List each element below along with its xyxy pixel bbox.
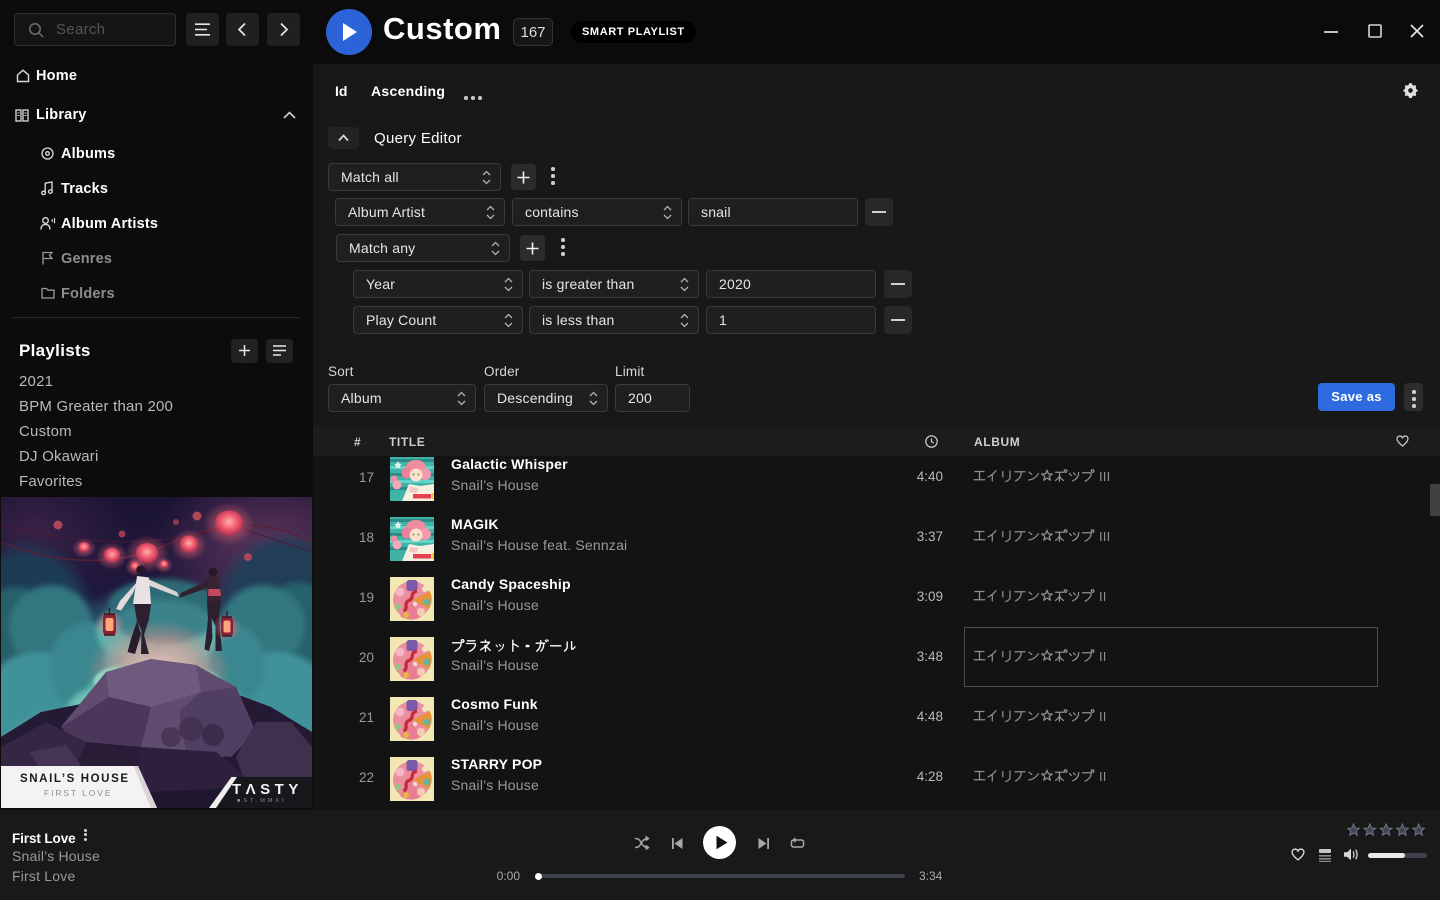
svg-text:FIRST LOVE: FIRST LOVE <box>44 788 112 798</box>
svg-text:TΛSTY: TΛSTY <box>232 781 303 798</box>
svg-text:■ST.MMXI: ■ST.MMXI <box>237 798 287 804</box>
svg-text:SNAIL’S HOUSE: SNAIL’S HOUSE <box>20 773 130 785</box>
